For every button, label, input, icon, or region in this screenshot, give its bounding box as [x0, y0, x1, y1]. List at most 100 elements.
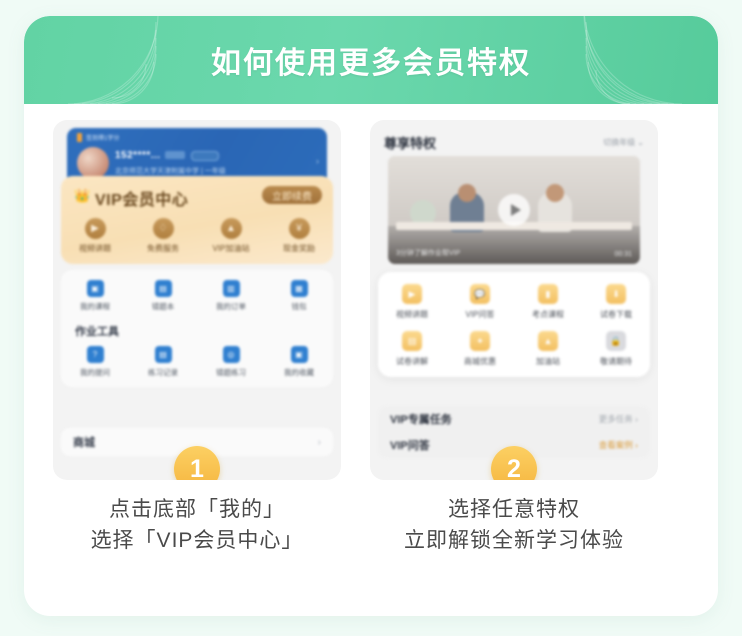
menu-item-course[interactable]: ▣ 我的课程: [61, 280, 129, 312]
privilege-header: 尊享特权 切换年级 ⌄: [384, 130, 644, 154]
privilege-item-qa[interactable]: 💬 VIP问答: [446, 284, 514, 320]
vip-center-title: VIP会员中心: [95, 192, 189, 209]
lock-icon: 🔒: [606, 331, 626, 351]
privilege-label: VIP问答: [465, 310, 495, 319]
menu-item-label: 错题练习: [216, 368, 246, 377]
privilege-label: 试卷讲解: [396, 357, 428, 366]
privilege-label: 视频讲题: [396, 310, 428, 319]
avatar: [77, 147, 109, 179]
menu-item-record[interactable]: ▤ 练习记录: [129, 346, 197, 378]
course-icon: ▮: [538, 284, 558, 304]
checkin-line: 签到得1学分: [77, 133, 119, 142]
vip-task-row[interactable]: VIP专属任务 更多任务 ›: [378, 406, 650, 432]
bell-icon: ▲: [538, 331, 558, 351]
menu-item-notebook[interactable]: ▤ 错题本: [129, 280, 197, 312]
vip-task-action[interactable]: 更多任务 ›: [599, 413, 638, 425]
play-icon[interactable]: [498, 194, 530, 226]
privilege-grid: ▶ 视频讲题 💬 VIP问答 ▮ 考点课程 ⬇ 试卷下载 ▤ 试卷讲解 ✦ 商城…: [378, 272, 650, 377]
privilege-item-video-lesson[interactable]: ▶ 视频讲题: [378, 284, 446, 320]
menu-row-2: ? 我的提问 ▤ 练习记录 ◎ 错题练习 ▣ 我的收藏: [61, 346, 333, 378]
username: 152****...: [115, 150, 161, 161]
course-icon: ▣: [86, 280, 104, 297]
tools-section-title: 作业工具: [75, 326, 119, 338]
step-1: 签到得1学分 152****... 北京师范大学天津附属中学 | 一年级 › 👑: [53, 120, 341, 616]
coupon-icon: ✦: [470, 331, 490, 351]
menu-item-practice[interactable]: ◎ 错题练习: [197, 346, 265, 378]
vip-privilege-item[interactable]: ♢ 免费服务: [129, 218, 197, 254]
step-2: 尊享特权 切换年级 ⌄ 3分钟了解作业帮VIP 00:31 ▶ 视频讲题 💬 V…: [370, 120, 658, 616]
vip-qa-action[interactable]: 查看案例 ›: [599, 439, 638, 451]
wallet-icon: ▦: [290, 280, 308, 297]
menu-block: ▣ 我的课程 ▤ 错题本 ▥ 我的订单 ▦ 钱包 作业工具 ? 我的提问 ▤ 练…: [61, 270, 333, 387]
page-container: 如何使用更多会员特权 签到得1学分 152****... 北京师范大学天津附属中…: [24, 16, 718, 616]
notebook-icon: ▤: [154, 280, 172, 297]
privilege-label: 考点课程: [532, 310, 564, 319]
flag-icon: [77, 133, 82, 142]
privilege-item-course[interactable]: ▮ 考点课程: [514, 284, 582, 320]
page-title: 如何使用更多会员特权: [211, 47, 531, 80]
vip-center-card[interactable]: 👑 VIP会员中心 立即续费 ▶ 视频讲题 ♢ 免费服务 ▲ VIP加油站 ¥ …: [61, 176, 333, 264]
privilege-item-coupon[interactable]: ✦ 商城优惠: [446, 331, 514, 367]
mall-label: 商城: [73, 437, 95, 449]
video-icon: ▶: [84, 218, 106, 239]
checkin-label: 签到得1学分: [86, 136, 120, 142]
privilege-item-paper-explain[interactable]: ▤ 试卷讲解: [378, 331, 446, 367]
menu-item-label: 我的提问: [80, 368, 110, 377]
menu-item-order[interactable]: ▥ 我的订单: [197, 280, 265, 312]
grade-switcher-label: 切换年级: [603, 137, 636, 147]
privilege-item-download[interactable]: ⬇ 试卷下载: [582, 284, 650, 320]
privilege-label: 加油站: [536, 357, 560, 366]
step-2-caption-line2: 立即解锁全新学习体验: [404, 529, 624, 552]
record-icon: ▤: [154, 346, 172, 363]
level-badge: [165, 151, 185, 159]
menu-item-label: 我的收藏: [284, 368, 314, 377]
school-label: 北京师范大学天津附属中学 | 一年级: [115, 168, 226, 175]
menu-item-label: 我的订单: [216, 302, 246, 311]
privilege-item-station[interactable]: ▲ 加油站: [514, 331, 582, 367]
vip-qa-title: VIP问答: [390, 440, 430, 452]
video-thumbnail[interactable]: 3分钟了解作业帮VIP 00:31: [388, 156, 640, 264]
cash-icon: ¥: [288, 218, 310, 239]
screenshot-root: 如何使用更多会员特权 签到得1学分 152****... 北京师范大学天津附属中…: [0, 0, 742, 636]
video-duration: 00:31: [614, 251, 632, 258]
vip-privilege-item[interactable]: ▲ VIP加油站: [197, 218, 265, 254]
person-right-head: [546, 184, 564, 202]
privilege-label: 敬请期待: [600, 357, 632, 366]
menu-item-wallet[interactable]: ▦ 钱包: [265, 280, 333, 312]
menu-item-label: 我的课程: [80, 302, 110, 311]
privilege-row-1: ▶ 视频讲题 💬 VIP问答 ▮ 考点课程 ⬇ 试卷下载: [378, 284, 650, 320]
vip-privilege-label: VIP加油站: [212, 244, 250, 253]
menu-row-1: ▣ 我的课程 ▤ 错题本 ▥ 我的订单 ▦ 钱包: [61, 280, 333, 312]
step-2-caption-line1: 选择任意特权: [448, 498, 580, 521]
renew-button[interactable]: 立即续费: [262, 186, 322, 204]
step-1-caption-line1: 点击底部「我的」: [109, 498, 285, 521]
favorite-icon: ▣: [290, 346, 308, 363]
vip-privilege-row: ▶ 视频讲题 ♢ 免费服务 ▲ VIP加油站 ¥ 现金奖励: [61, 218, 333, 254]
privilege-title: 尊享特权: [384, 135, 437, 151]
order-icon: ▥: [222, 280, 240, 297]
step-2-screenshot: 尊享特权 切换年级 ⌄ 3分钟了解作业帮VIP 00:31 ▶ 视频讲题 💬 V…: [370, 120, 658, 480]
page-header: 如何使用更多会员特权: [24, 16, 718, 104]
menu-item-question[interactable]: ? 我的提问: [61, 346, 129, 378]
video-lesson-icon: ▶: [402, 284, 422, 304]
download-icon: ⬇: [606, 284, 626, 304]
menu-item-favorite[interactable]: ▣ 我的收藏: [265, 346, 333, 378]
menu-item-label: 练习记录: [148, 368, 178, 377]
step-1-caption: 点击底部「我的」 选择「VIP会员中心」: [53, 494, 341, 556]
video-caption: 3分钟了解作业帮VIP: [396, 250, 461, 257]
person-left-head: [458, 184, 476, 202]
chevron-right-icon[interactable]: ›: [316, 156, 319, 166]
privilege-label: 商城优惠: [464, 357, 496, 366]
vip-badge: [191, 151, 219, 161]
vip-privilege-label: 免费服务: [147, 244, 179, 253]
privilege-item-coming-soon: 🔒 敬请期待: [582, 331, 650, 367]
menu-item-label: 钱包: [291, 302, 307, 311]
vip-privilege-label: 现金奖励: [283, 244, 315, 253]
vip-privilege-item[interactable]: ▶ 视频讲题: [61, 218, 129, 254]
steps-container: 签到得1学分 152****... 北京师范大学天津附属中学 | 一年级 › 👑: [24, 104, 718, 616]
vip-privilege-item[interactable]: ¥ 现金奖励: [265, 218, 333, 254]
grade-switcher[interactable]: 切换年级 ⌄: [603, 137, 644, 148]
crown-icon: 👑: [74, 188, 91, 203]
step-1-caption-line2: 选择「VIP会员中心」: [90, 529, 304, 552]
practice-icon: ◎: [222, 346, 240, 363]
